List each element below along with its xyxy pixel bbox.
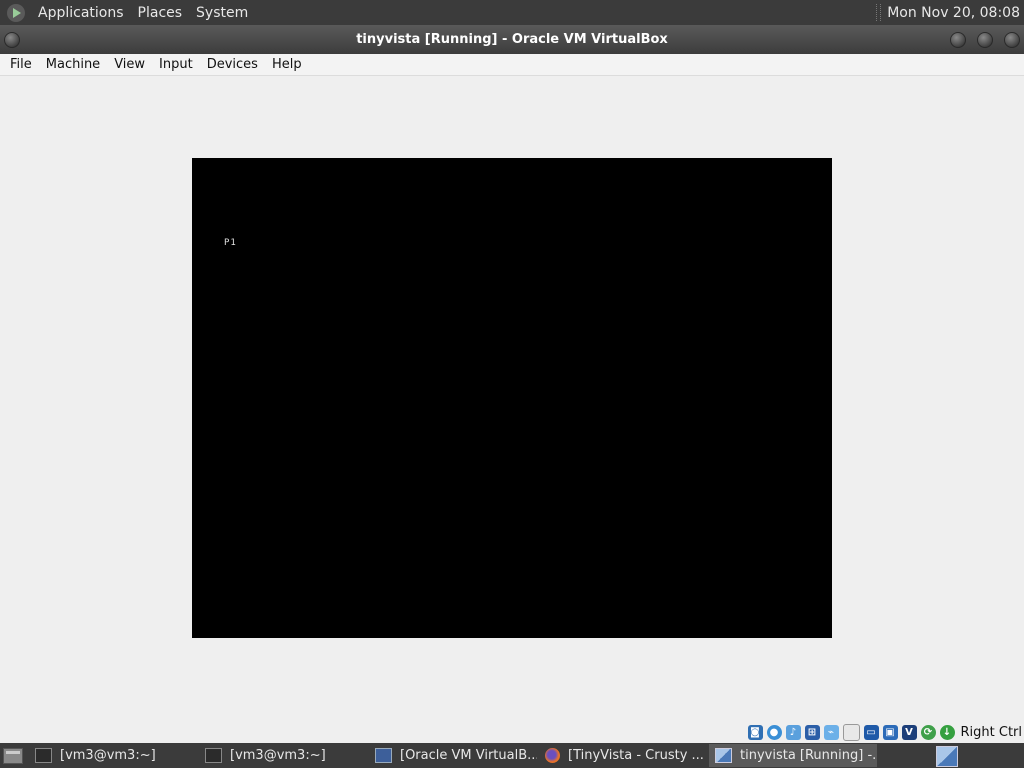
recording-icon[interactable]: ▣: [882, 724, 898, 740]
terminal-icon: [35, 748, 52, 763]
top-panel: Applications Places System Mon Nov 20, 0…: [0, 0, 1024, 25]
menu-devices[interactable]: Devices: [200, 57, 265, 72]
task-tinyvista-running[interactable]: tinyvista [Running] -...: [709, 744, 877, 767]
menu-view[interactable]: View: [107, 57, 152, 72]
menu-help[interactable]: Help: [265, 57, 309, 72]
vm-console-text: P1: [224, 238, 237, 248]
clock[interactable]: Mon Nov 20, 08:08: [887, 5, 1024, 21]
firefox-icon: [545, 748, 560, 763]
virtualbox-icon: [375, 748, 392, 763]
hard-disk-icon[interactable]: ◙: [747, 724, 763, 740]
shared-folders-icon[interactable]: [842, 723, 860, 741]
panel-grip-icon: [876, 4, 882, 21]
guest-additions-icon[interactable]: ⟳: [920, 724, 936, 740]
host-key-label[interactable]: Right Ctrl: [961, 725, 1023, 740]
vm-display[interactable]: P1: [192, 158, 832, 638]
vt-x-icon[interactable]: V: [901, 724, 917, 740]
places-menu[interactable]: Places: [131, 5, 190, 21]
window-titlebar[interactable]: tinyvista [Running] - Oracle VM VirtualB…: [0, 25, 1024, 54]
applications-menu[interactable]: Applications: [31, 5, 131, 21]
window-menu-icon[interactable]: [4, 32, 20, 48]
tray-tinyvista-icon[interactable]: [936, 746, 958, 767]
task-terminal-2[interactable]: [vm3@vm3:~]: [199, 744, 367, 767]
task-terminal-1[interactable]: [vm3@vm3:~]: [29, 744, 197, 767]
applications-logo-icon[interactable]: [7, 3, 25, 22]
task-firefox[interactable]: [TinyVista - Crusty ...: [539, 744, 707, 767]
tinyvista-icon: [715, 748, 732, 763]
task-virtualbox-manager[interactable]: [Oracle VM VirtualB...: [369, 744, 537, 767]
task-label: [Oracle VM VirtualB...: [400, 748, 537, 763]
show-desktop-icon[interactable]: [3, 747, 23, 764]
usb-icon[interactable]: ⌁: [823, 724, 839, 740]
close-button[interactable]: [1004, 32, 1020, 48]
vm-statusbar: ◙ ● ♪ ⊞ ⌁ ▭ ▣ V ⟳ ↓ Right Ctrl: [0, 721, 1024, 743]
mouse-integration-icon[interactable]: ↓: [939, 724, 955, 740]
maximize-button[interactable]: [977, 32, 993, 48]
task-label: tinyvista [Running] -...: [740, 748, 877, 763]
task-label: [TinyVista - Crusty ...: [568, 748, 704, 763]
terminal-icon: [205, 748, 222, 763]
optical-drive-icon[interactable]: ●: [766, 724, 782, 740]
display-icon[interactable]: ▭: [863, 724, 879, 740]
menu-machine[interactable]: Machine: [39, 57, 107, 72]
system-menu[interactable]: System: [189, 5, 255, 21]
menubar: File Machine View Input Devices Help: [0, 54, 1024, 76]
task-label: [vm3@vm3:~]: [230, 748, 326, 763]
menu-file[interactable]: File: [0, 57, 39, 72]
audio-icon[interactable]: ♪: [785, 724, 801, 740]
minimize-button[interactable]: [950, 32, 966, 48]
network-icon[interactable]: ⊞: [804, 724, 820, 740]
window-title: tinyvista [Running] - Oracle VM VirtualB…: [356, 32, 668, 47]
task-label: [vm3@vm3:~]: [60, 748, 156, 763]
menu-input[interactable]: Input: [152, 57, 200, 72]
taskbar: [vm3@vm3:~] [vm3@vm3:~] [Oracle VM Virtu…: [0, 743, 1024, 768]
